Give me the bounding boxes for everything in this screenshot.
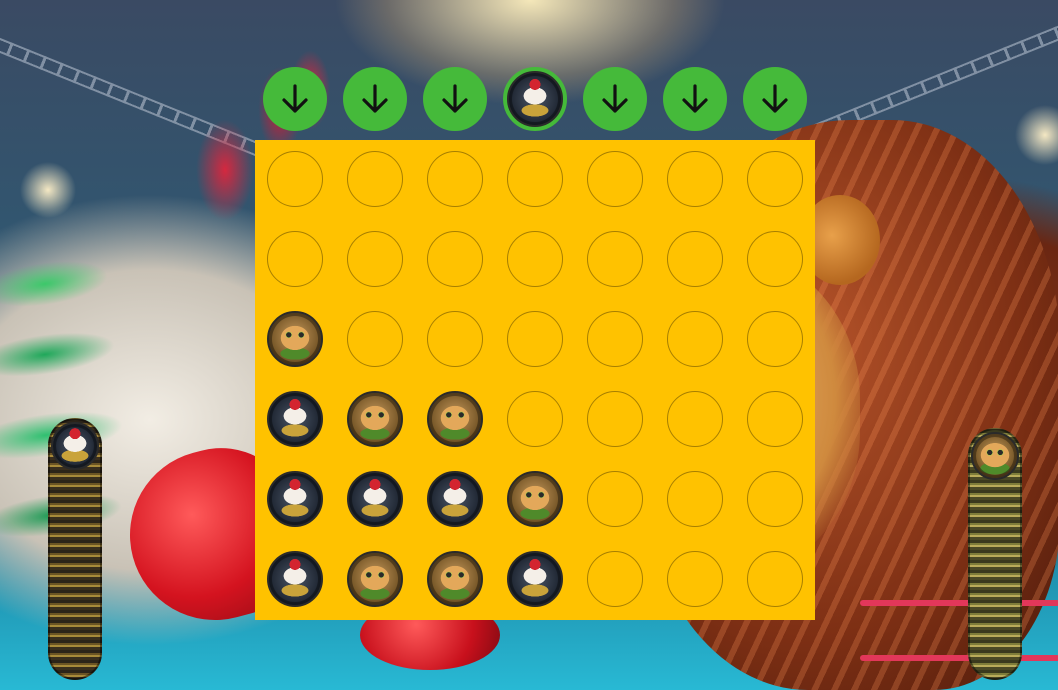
drop-column-1-button[interactable] xyxy=(263,67,327,131)
board-slot xyxy=(587,551,643,607)
down-arrow-icon xyxy=(682,84,708,113)
drop-column-7-button[interactable] xyxy=(743,67,807,131)
board-slot xyxy=(427,151,483,207)
board-slot xyxy=(747,551,803,607)
board-slot xyxy=(667,311,723,367)
board-slot xyxy=(667,471,723,527)
board-slot xyxy=(587,471,643,527)
game-board xyxy=(255,140,815,620)
board-slot xyxy=(427,311,483,367)
board-slot xyxy=(507,151,563,207)
drop-column-3-button[interactable] xyxy=(423,67,487,131)
board-slot xyxy=(667,551,723,607)
drop-column-4-button[interactable] xyxy=(503,67,567,131)
rooster-token xyxy=(507,551,563,607)
rooster-token xyxy=(51,422,99,470)
board-slot xyxy=(747,311,803,367)
down-arrow-icon xyxy=(362,84,388,113)
board-slot xyxy=(747,151,803,207)
board-slot xyxy=(747,391,803,447)
down-arrow-icon xyxy=(442,84,468,113)
rooster-token xyxy=(347,471,403,527)
cat-token xyxy=(507,471,563,527)
board-slot xyxy=(507,391,563,447)
board-slot xyxy=(347,151,403,207)
rooster-token-preview xyxy=(507,71,563,127)
cat-token xyxy=(347,551,403,607)
rooster-token xyxy=(267,391,323,447)
rooster-token xyxy=(267,551,323,607)
board-slot xyxy=(427,231,483,287)
down-arrow-icon xyxy=(762,84,788,113)
board-slot xyxy=(667,391,723,447)
board-slot xyxy=(587,151,643,207)
board-slot xyxy=(267,231,323,287)
ring-rope xyxy=(860,600,1058,606)
board-slot xyxy=(507,311,563,367)
cat-token xyxy=(347,391,403,447)
board-slot xyxy=(507,231,563,287)
cat-token xyxy=(267,311,323,367)
board-slot xyxy=(667,231,723,287)
drop-column-5-button[interactable] xyxy=(583,67,647,131)
board-slot xyxy=(747,231,803,287)
board-slot xyxy=(587,391,643,447)
rooster-token xyxy=(267,471,323,527)
drop-column-2-button[interactable] xyxy=(343,67,407,131)
cat-token xyxy=(427,391,483,447)
board-slot xyxy=(587,311,643,367)
board-slot xyxy=(587,231,643,287)
rooster-token-stack xyxy=(48,418,102,680)
rooster-token xyxy=(427,471,483,527)
board-slot xyxy=(347,311,403,367)
ring-rope xyxy=(860,655,1058,661)
down-arrow-icon xyxy=(602,84,628,113)
board-slot xyxy=(667,151,723,207)
board-slot xyxy=(267,151,323,207)
board-slot xyxy=(747,471,803,527)
board-slot xyxy=(347,231,403,287)
cat-token xyxy=(971,432,1019,480)
cat-token xyxy=(427,551,483,607)
drop-column-6-button[interactable] xyxy=(663,67,727,131)
down-arrow-icon xyxy=(282,84,308,113)
cat-token-stack xyxy=(968,428,1022,680)
